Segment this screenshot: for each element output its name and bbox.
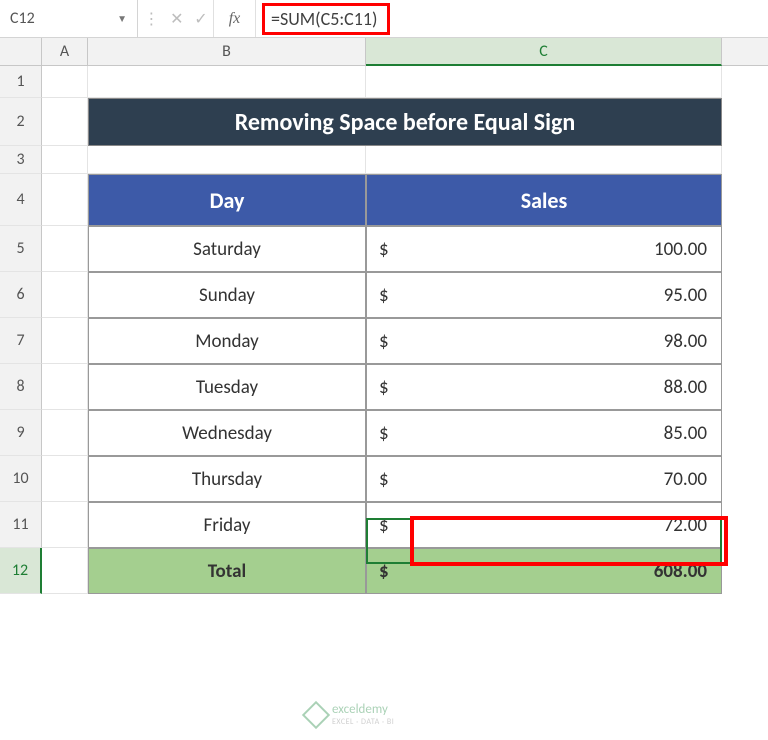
cell-sales-10[interactable]: $70.00 — [366, 456, 722, 502]
cell-day-10[interactable]: Thursday — [88, 456, 366, 502]
watermark-name: exceldemy — [332, 702, 394, 717]
row-header-9[interactable]: 9 — [0, 410, 42, 456]
row-header-12[interactable]: 12 — [0, 548, 42, 594]
cell-c3[interactable] — [366, 146, 722, 174]
row-header-8[interactable]: 8 — [0, 364, 42, 410]
cell-sales-6[interactable]: $95.00 — [366, 272, 722, 318]
row-1: 1 — [0, 66, 768, 98]
cell-sales-9[interactable]: $85.00 — [366, 410, 722, 456]
row-header-10[interactable]: 10 — [0, 456, 42, 502]
row-2: 2 Removing Space before Equal Sign — [0, 98, 768, 146]
cell-a7[interactable] — [42, 318, 88, 364]
cell-a1[interactable] — [42, 66, 88, 98]
watermark-logo-icon — [302, 700, 330, 728]
watermark-sub: EXCEL · DATA · BI — [332, 717, 394, 727]
cell-sales-11[interactable]: $72.00 — [366, 502, 722, 548]
name-box[interactable]: C12 ▼ — [0, 0, 138, 37]
cancel-x-icon: ✕ — [170, 9, 183, 29]
row-10: 10 Thursday $70.00 — [0, 456, 768, 502]
cell-sales-5[interactable]: $100.00 — [366, 226, 722, 272]
cell-c1[interactable] — [366, 66, 722, 98]
cell-total-value[interactable]: $608.00 — [366, 548, 722, 594]
row-9: 9 Wednesday $85.00 — [0, 410, 768, 456]
cell-sales-7[interactable]: $98.00 — [366, 318, 722, 364]
enter-check-icon: ✓ — [194, 9, 207, 29]
header-sales[interactable]: Sales — [366, 174, 722, 226]
row-header-11[interactable]: 11 — [0, 502, 42, 548]
row-header-2[interactable]: 2 — [0, 98, 42, 146]
formula-bar-controls: ⋮ ✕ ✓ — [138, 0, 214, 37]
cell-a12[interactable] — [42, 548, 88, 594]
cell-day-8[interactable]: Tuesday — [88, 364, 366, 410]
cell-b3[interactable] — [88, 146, 366, 174]
row-header-5[interactable]: 5 — [0, 226, 42, 272]
cell-b1[interactable] — [88, 66, 366, 98]
row-header-3[interactable]: 3 — [0, 146, 42, 174]
header-day[interactable]: Day — [88, 174, 366, 226]
watermark: exceldemy EXCEL · DATA · BI — [306, 702, 394, 727]
row-header-4[interactable]: 4 — [0, 174, 42, 226]
column-header-c[interactable]: C — [366, 38, 722, 66]
cell-day-9[interactable]: Wednesday — [88, 410, 366, 456]
row-11: 11 Friday $72.00 — [0, 502, 768, 548]
cell-a11[interactable] — [42, 502, 88, 548]
column-header-a[interactable]: A — [42, 38, 88, 65]
cell-sales-8[interactable]: $88.00 — [366, 364, 722, 410]
cell-a3[interactable] — [42, 146, 88, 174]
cell-a4[interactable] — [42, 174, 88, 226]
row-header-7[interactable]: 7 — [0, 318, 42, 364]
cell-a6[interactable] — [42, 272, 88, 318]
row-12: 12 Total $608.00 — [0, 548, 768, 594]
row-header-6[interactable]: 6 — [0, 272, 42, 318]
fx-label: fx — [229, 10, 241, 28]
cell-a5[interactable] — [42, 226, 88, 272]
fx-button[interactable]: fx — [214, 0, 256, 37]
spreadsheet-grid: A B C 1 2 Removing Space before Equal Si… — [0, 38, 768, 594]
chevron-down-icon[interactable]: ▼ — [117, 12, 127, 25]
cell-total-label[interactable]: Total — [88, 548, 366, 594]
select-all-corner[interactable] — [0, 38, 42, 65]
row-8: 8 Tuesday $88.00 — [0, 364, 768, 410]
column-header-b[interactable]: B — [88, 38, 366, 65]
row-5: 5 Saturday $100.00 — [0, 226, 768, 272]
cell-a2[interactable] — [42, 98, 88, 146]
row-4: 4 Day Sales — [0, 174, 768, 226]
row-6: 6 Sunday $95.00 — [0, 272, 768, 318]
formula-text: =SUM(C5:C11) — [262, 3, 390, 35]
column-headers: A B C — [0, 38, 768, 66]
row-7: 7 Monday $98.00 — [0, 318, 768, 364]
cell-a10[interactable] — [42, 456, 88, 502]
cell-a9[interactable] — [42, 410, 88, 456]
cell-day-7[interactable]: Monday — [88, 318, 366, 364]
dots-icon: ⋮ — [143, 9, 159, 29]
formula-bar: C12 ▼ ⋮ ✕ ✓ fx =SUM(C5:C11) — [0, 0, 768, 38]
row-header-1[interactable]: 1 — [0, 66, 42, 98]
title-cell[interactable]: Removing Space before Equal Sign — [88, 98, 722, 146]
name-box-value: C12 — [10, 9, 35, 28]
cell-day-5[interactable]: Saturday — [88, 226, 366, 272]
cell-day-6[interactable]: Sunday — [88, 272, 366, 318]
formula-input[interactable]: =SUM(C5:C11) — [256, 0, 768, 37]
row-3: 3 — [0, 146, 768, 174]
cell-day-11[interactable]: Friday — [88, 502, 366, 548]
cell-a8[interactable] — [42, 364, 88, 410]
